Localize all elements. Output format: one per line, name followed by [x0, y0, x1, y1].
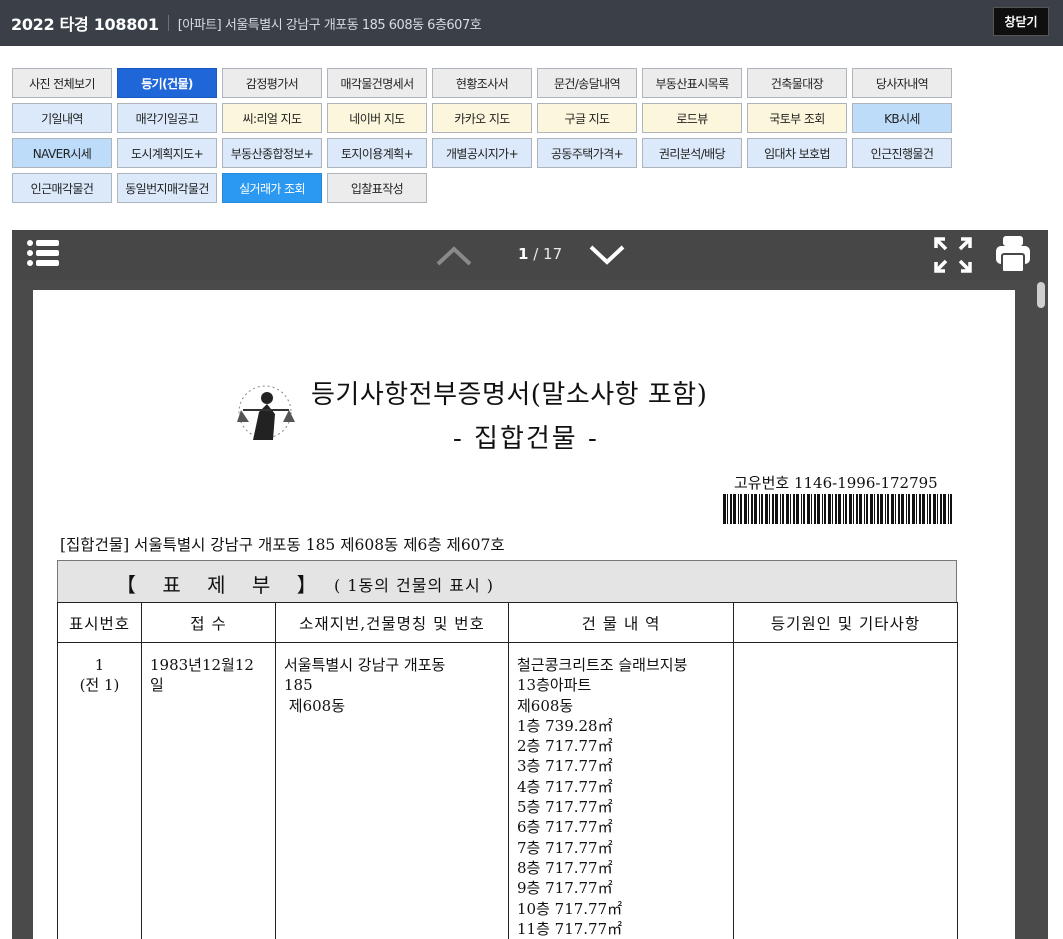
menu-button[interactable]: 개별공시지가+: [432, 138, 532, 168]
menu-button[interactable]: 실거래가 조회: [222, 173, 322, 203]
menu-button[interactable]: 동일번지매각물건: [117, 173, 217, 203]
close-window-button[interactable]: 창닫기: [993, 7, 1049, 36]
menu-row: 기일내역 매각기일공고 씨:리얼 지도 네이버 지도 카카오 지도 구글 지도 로드뷰 국토부…: [12, 103, 962, 133]
section-title: 【 표 제 부 】: [116, 573, 327, 597]
menu-button[interactable]: 도시계획지도+: [117, 138, 217, 168]
building-detail-line: 7층 717.77㎡: [517, 838, 613, 857]
table-row: 1 (전 1) 1983년12월12일 서울특별시 강남구 개포동 185 제6…: [57, 642, 958, 939]
header-divider: [167, 15, 169, 31]
building-detail-line: 4층 717.77㎡: [517, 777, 613, 796]
menu-button[interactable]: 매각기일공고: [117, 103, 217, 133]
document-subtitle: - 집합건물 -: [453, 424, 599, 454]
menu-button[interactable]: 기일내역: [12, 103, 112, 133]
document-title: 등기사항전부증명서(말소사항 포함): [311, 380, 708, 410]
menu-button[interactable]: 구글 지도: [537, 103, 637, 133]
menu-button[interactable]: 카카오 지도: [432, 103, 532, 133]
building-detail-line: 3층 717.77㎡: [517, 757, 613, 776]
menu-row: 사진 전체보기 등기(건물) 감정평가서 매각물건명세서 현황조사서 문건/송달내역 부동산…: [12, 68, 962, 98]
menu-button[interactable]: 입찰표작성: [327, 173, 427, 203]
page-indicator: 1 / 17: [518, 245, 562, 263]
menu-button[interactable]: 토지이용계획+: [327, 138, 427, 168]
scrollbar-thumb[interactable]: [1037, 282, 1045, 308]
menu-button[interactable]: KB시세: [852, 103, 952, 133]
list-icon[interactable]: [26, 238, 60, 268]
viewer-toolbar: 1 / 17: [12, 230, 1048, 280]
menu-button[interactable]: 공동주택가격+: [537, 138, 637, 168]
menu-button[interactable]: 로드뷰: [642, 103, 742, 133]
building-detail-line: 8층 717.77㎡: [517, 858, 613, 877]
menu-button[interactable]: NAVER시세: [12, 138, 112, 168]
menu-row: NAVER시세 도시계획지도+ 부동산종합정보+ 토지이용계획+ 개별공시지가+ 공동주택…: [12, 138, 962, 168]
court-seal-icon: [237, 385, 295, 440]
building-detail-line: 2층 717.77㎡: [517, 737, 613, 756]
menu-button[interactable]: 등기(건물): [117, 68, 217, 98]
section-note: ( 1동의 건물의 표시 ): [334, 576, 495, 595]
chevron-down-icon[interactable]: [588, 244, 626, 266]
menu-button[interactable]: 부동산종합정보+: [222, 138, 322, 168]
section-header: 【 표 제 부 】 ( 1동의 건물의 표시 ): [57, 560, 957, 602]
location-line: 제608동: [284, 696, 345, 715]
column-header: 접 수: [141, 602, 276, 643]
building-detail-line: 철근콩크리트조 슬래브지붕: [517, 656, 688, 674]
display-number-cell: 1 (전 1): [57, 642, 142, 939]
document-page: 등기사항전부증명서(말소사항 포함) - 집합건물 - 고유번호 1146-19…: [33, 290, 1015, 939]
menu-button[interactable]: 문건/송달내역: [537, 68, 637, 98]
barcode: [723, 494, 952, 524]
menu-button[interactable]: 권리분석/배당: [642, 138, 742, 168]
menu-button[interactable]: 매각물건명세서: [327, 68, 427, 98]
cause-cell: [733, 642, 958, 939]
table-header-row: 표시번호 접 수 소재지번,건물명칭 및 번호 건 물 내 역 등기원인 및 기…: [57, 602, 958, 643]
menu-button[interactable]: 씨:리얼 지도: [222, 103, 322, 133]
property-description: [집합건물] 서울특별시 강남구 개포동 185 제608동 제6층 제607호: [60, 536, 505, 554]
location-line: 서울특별시 강남구 개포동: [284, 656, 446, 674]
unique-number: 고유번호 1146-1996-172795: [734, 474, 938, 492]
received-date-cell: 1983년12월12일: [141, 642, 276, 939]
menu-button[interactable]: 임대차 보호법: [747, 138, 847, 168]
building-details-cell: 철근콩크리트조 슬래브지붕 13층아파트 제608동 1층 739.28㎡ 2층 717…: [508, 642, 734, 939]
building-detail-line: 13층아파트: [517, 676, 592, 695]
building-detail-line: 5층 717.77㎡: [517, 798, 613, 817]
menu-button[interactable]: 국토부 조회: [747, 103, 847, 133]
current-page: 1: [518, 245, 529, 263]
menu-button[interactable]: 인근매각물건: [12, 173, 112, 203]
column-header: 표시번호: [57, 602, 142, 643]
menu-button[interactable]: 사진 전체보기: [12, 68, 112, 98]
menu-button[interactable]: 네이버 지도: [327, 103, 427, 133]
chevron-up-icon[interactable]: [435, 245, 473, 267]
pdf-viewer: 1 / 17 등기사항전부증명서(말소사항 포함) - 집합건물 - 고유번호 …: [12, 230, 1048, 939]
column-header: 등기원인 및 기타사항: [733, 602, 958, 643]
location-line: 185: [284, 676, 313, 695]
register-table: 【 표 제 부 】 ( 1동의 건물의 표시 ) 표시번호 접 수 소재지번,건…: [57, 560, 958, 939]
print-icon[interactable]: [995, 234, 1031, 274]
menu-button[interactable]: 건축물대장: [747, 68, 847, 98]
building-detail-line: 제608동: [517, 696, 574, 715]
menu-row: 인근매각물건 동일번지매각물건 실거래가 조회 입찰표작성: [12, 173, 962, 203]
building-detail-line: 11층 717.77㎡: [517, 919, 623, 938]
menu-button[interactable]: 부동산표시목록: [642, 68, 742, 98]
header-bar: 2022 타경 108801 [아파트] 서울특별시 강남구 개포동 185 6…: [0, 0, 1063, 46]
case-number: 2022 타경 108801: [11, 15, 159, 34]
display-number-prev: (전 1): [79, 676, 120, 695]
building-detail-line: 1층 739.28㎡: [517, 716, 613, 735]
document-menu: 사진 전체보기 등기(건물) 감정평가서 매각물건명세서 현황조사서 문건/송달내역 부동산…: [12, 68, 962, 208]
case-address: [아파트] 서울특별시 강남구 개포동 185 608동 6층607호: [177, 17, 482, 33]
column-header: 건 물 내 역: [508, 602, 734, 643]
building-detail-line: 9층 717.77㎡: [517, 879, 613, 898]
received-date: 1983년12월12일: [150, 656, 254, 695]
location-cell: 서울특별시 강남구 개포동 185 제608동: [275, 642, 509, 939]
menu-button[interactable]: 인근진행물건: [852, 138, 952, 168]
menu-button[interactable]: 감정평가서: [222, 68, 322, 98]
total-pages: / 17: [533, 245, 563, 263]
column-header: 소재지번,건물명칭 및 번호: [275, 602, 509, 643]
building-detail-line: 6층 717.77㎡: [517, 818, 613, 837]
menu-button[interactable]: 현황조사서: [432, 68, 532, 98]
scrollbar[interactable]: [1034, 280, 1048, 939]
display-number: 1: [94, 656, 105, 674]
fullscreen-icon[interactable]: [934, 237, 972, 273]
building-detail-line: 10층 717.77㎡: [517, 899, 623, 918]
menu-button[interactable]: 당사자내역: [852, 68, 952, 98]
